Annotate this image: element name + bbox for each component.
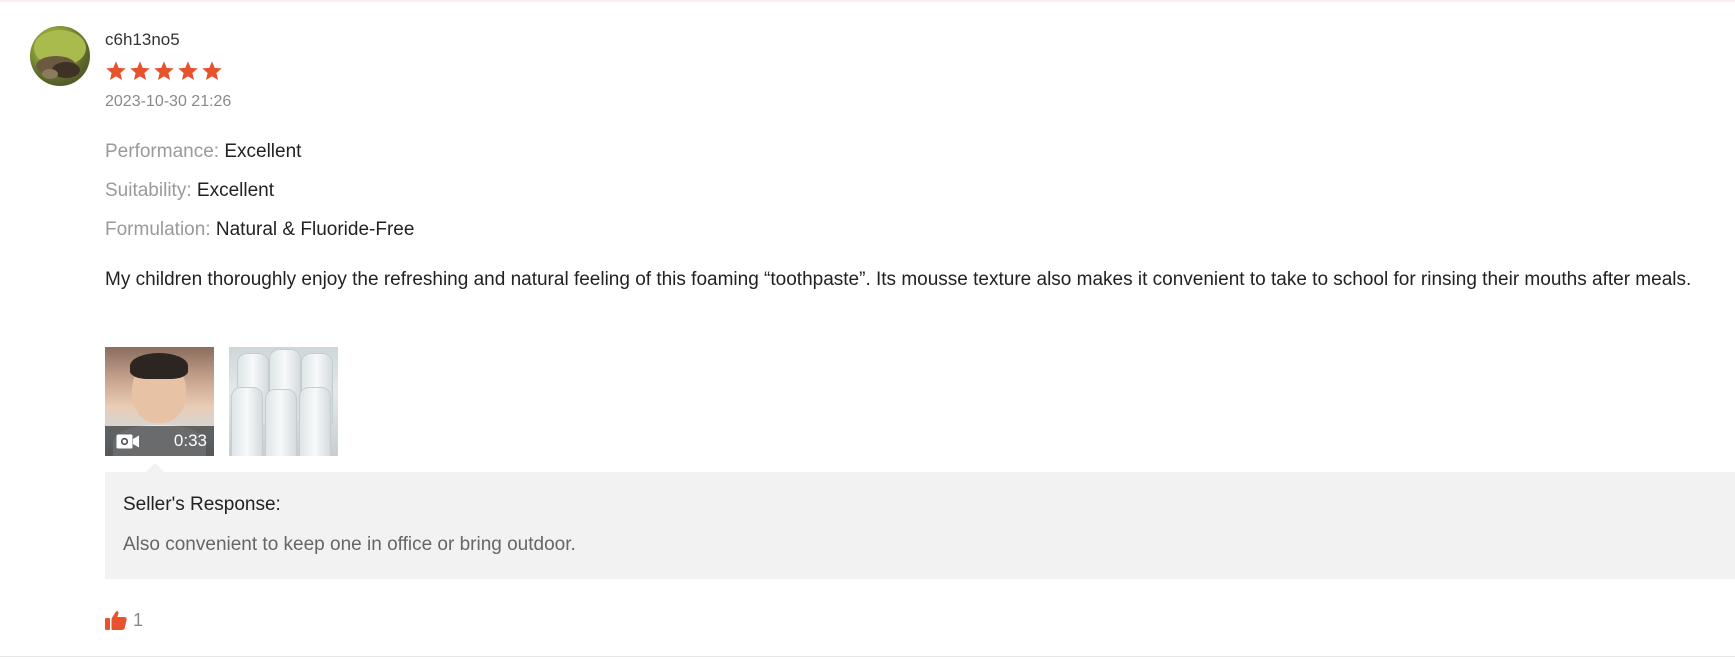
seller-response-text: Also convenient to keep one in office or… [123, 534, 576, 555]
thumbs-up-icon [105, 611, 127, 630]
attribute-performance: Performance: Excellent [105, 140, 301, 164]
review-card: c6h13no5 2023-10-30 21:26 Performance: E… [0, 0, 1735, 656]
star-icon [154, 61, 174, 80]
photo-bottle [231, 387, 263, 456]
review-timestamp: 2023-10-30 21:26 [105, 93, 232, 110]
video-overlay-bar: 0:33 [105, 426, 214, 456]
star-icon [130, 61, 150, 80]
attribute-value: Excellent [196, 180, 274, 201]
bottom-divider [0, 656, 1735, 657]
star-rating [105, 60, 223, 82]
star-icon [106, 61, 126, 80]
reviewer-name: c6h13no5 [105, 30, 180, 49]
like-button[interactable]: 1 [105, 610, 143, 630]
video-frame-hair [130, 353, 188, 379]
attribute-label: Formulation: [105, 219, 211, 240]
photo-bottle [265, 389, 297, 456]
attribute-value: Excellent [224, 141, 302, 162]
attribute-formulation: Formulation: Natural & Fluoride-Free [105, 218, 414, 242]
avatar[interactable] [30, 26, 90, 86]
star-icon [178, 61, 198, 80]
video-camera-icon [116, 434, 139, 449]
star-icon [202, 61, 222, 80]
review-text: My children thoroughly enjoy the refresh… [105, 269, 1692, 290]
attribute-label: Performance: [105, 141, 220, 162]
attribute-label: Suitability: [105, 180, 192, 201]
video-duration: 0:33 [173, 431, 207, 450]
selected-media-pointer [146, 463, 164, 472]
attribute-value: Natural & Fluoride-Free [215, 219, 415, 240]
photo-bottle [299, 387, 331, 456]
seller-response-title: Seller's Response: [123, 494, 281, 515]
avatar-image [34, 30, 86, 79]
review-video-thumbnail[interactable]: 0:33 [105, 347, 214, 456]
review-photo-thumbnail[interactable] [229, 347, 338, 456]
like-count: 1 [133, 610, 144, 630]
attribute-suitability: Suitability: Excellent [105, 179, 274, 203]
seller-response: Seller's Response: Also convenient to ke… [105, 472, 1735, 579]
